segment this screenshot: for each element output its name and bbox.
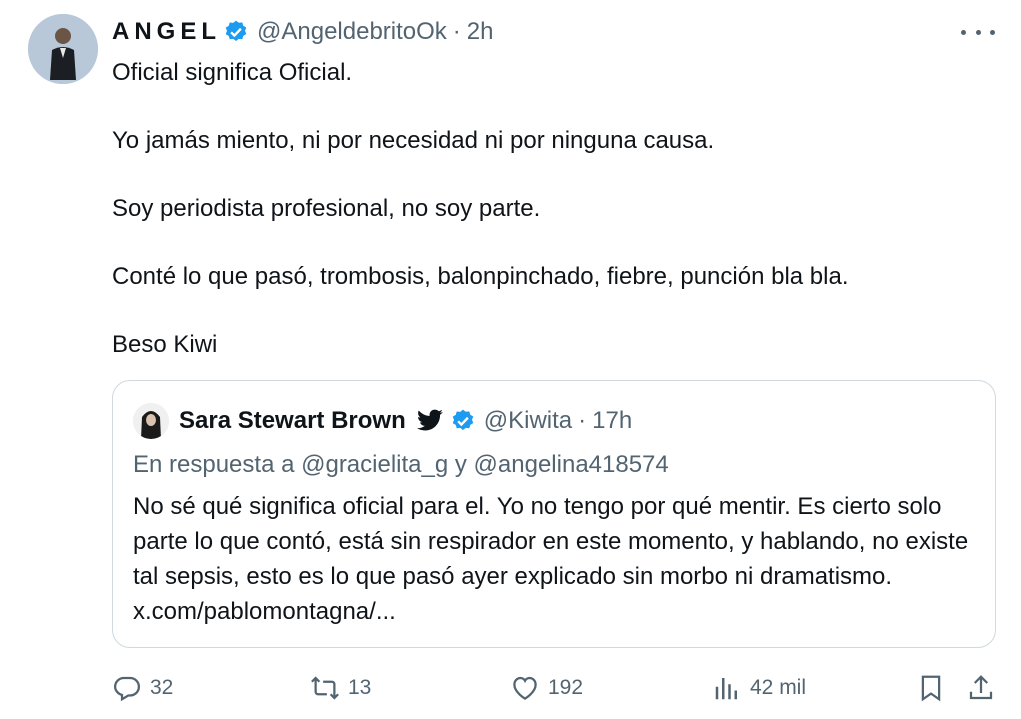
quoted-avatar[interactable] — [133, 403, 169, 439]
reply-context: En respuesta a @gracielita_g y @angelina… — [133, 451, 669, 478]
tweet-text: Oficial significa Oficial. Yo jamás mien… — [112, 55, 992, 395]
repost-icon — [311, 676, 339, 700]
action-bar: 32 13 192 42 mil — [112, 666, 996, 710]
author-avatar[interactable] — [28, 14, 98, 84]
author-handle[interactable]: @AngeldebritoOk — [257, 18, 447, 46]
like-icon — [513, 676, 537, 700]
bird-icon — [416, 409, 443, 431]
like-count: 192 — [548, 676, 584, 699]
reply-icon — [113, 676, 141, 702]
reply-count: 32 — [150, 676, 174, 699]
views-icon — [715, 678, 737, 700]
tweet-paragraph: Oficial significa Oficial. — [112, 59, 353, 86]
quoted-header: Sara Stewart Brown @Kiwita · 17h — [133, 401, 632, 441]
views-button[interactable]: 42 mil — [712, 666, 806, 710]
quoted-handle[interactable]: @Kiwita — [484, 407, 572, 435]
views-count: 42 mil — [750, 676, 807, 699]
tweet-paragraph: Beso Kiwi — [112, 331, 218, 358]
quoted-time[interactable]: 17h — [592, 407, 632, 435]
tweet-paragraph: Soy periodista profesional, no soy parte… — [112, 195, 541, 222]
more-icon[interactable] — [961, 18, 995, 46]
separator-dot: · — [578, 407, 587, 434]
verified-icon — [452, 409, 474, 430]
quoted-tweet[interactable]: Sara Stewart Brown @Kiwita · 17h En resp… — [112, 380, 996, 648]
like-button[interactable]: 192 — [510, 666, 583, 710]
quoted-name[interactable]: Sara Stewart Brown — [179, 407, 406, 435]
share-button[interactable] — [966, 666, 1004, 710]
separator-dot: · — [452, 18, 461, 45]
author-header: ANGEL @AngeldebritoOk · 2h — [112, 14, 494, 50]
bookmark-button[interactable] — [916, 666, 954, 710]
quoted-text: No sé qué significa oficial para el. Yo … — [133, 493, 969, 625]
tweet-paragraph: Yo jamás miento, ni por necesidad ni por… — [112, 127, 715, 154]
share-icon — [969, 675, 993, 700]
tweet-time[interactable]: 2h — [467, 18, 494, 46]
repost-count: 13 — [348, 676, 372, 699]
verified-icon — [225, 20, 247, 41]
reply-button[interactable]: 32 — [112, 666, 173, 710]
author-name[interactable]: ANGEL — [112, 18, 221, 46]
tweet-paragraph: Conté lo que pasó, trombosis, balonpinch… — [112, 263, 849, 290]
bookmark-icon — [921, 675, 941, 702]
repost-button[interactable]: 13 — [310, 666, 371, 710]
tweet-card[interactable]: ANGEL @AngeldebritoOk · 2h Oficial signi… — [0, 0, 1021, 719]
